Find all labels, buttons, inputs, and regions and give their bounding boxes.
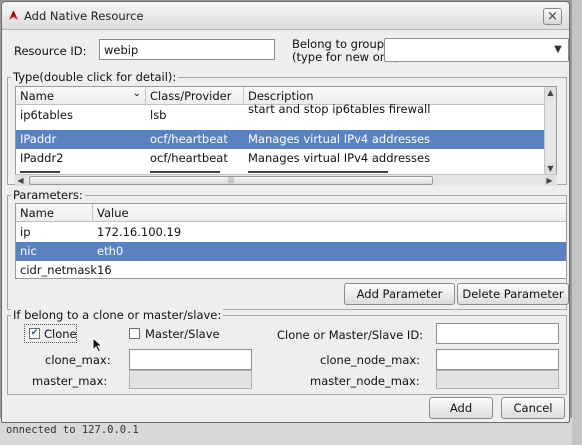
- clone-node-max-label: clone_node_max:: [320, 353, 421, 367]
- background-scrollbar: [572, 0, 582, 445]
- add-button[interactable]: Add: [429, 397, 493, 419]
- resource-id-input[interactable]: [99, 39, 275, 60]
- scroll-right-icon[interactable]: ▶: [544, 175, 555, 186]
- clone-max-label: clone_max:: [45, 353, 111, 367]
- type-row[interactable]: IPaddr2 ocf/heartbeat Manages virtual IP…: [16, 149, 556, 168]
- parameters-group-title: Parameters:: [11, 188, 85, 202]
- sort-chevron-icon: ⌄: [132, 88, 141, 99]
- param-row[interactable]: cidr_netmask 16: [16, 261, 566, 278]
- delete-parameter-button[interactable]: Delete Parameter: [457, 283, 569, 305]
- param-row[interactable]: ip 172.16.100.19: [16, 223, 566, 242]
- chevron-down-icon[interactable]: ▼: [548, 39, 568, 61]
- type-table-hscrollbar[interactable]: ◀ ||| ▶: [15, 174, 557, 186]
- dialog-titlebar: Add Native Resource ×: [2, 2, 569, 30]
- type-row-selected[interactable]: IPaddr ocf/heartbeat Manages virtual IPv…: [16, 130, 556, 149]
- clone-group-title: If belong to a clone or master/slave:: [11, 308, 224, 322]
- type-table[interactable]: Name ⌄ Class/Provider Description ip6tab…: [15, 86, 557, 176]
- close-button[interactable]: ×: [543, 8, 562, 25]
- type-table-vscrollbar[interactable]: ▲ ▼: [544, 87, 556, 175]
- clone-node-max-input[interactable]: [436, 349, 559, 370]
- clone-checkbox[interactable]: ✔: [29, 328, 40, 339]
- clone-ms-id-label: Clone or Master/Slave ID:: [277, 328, 424, 342]
- master-max-label: master_max:: [32, 374, 108, 388]
- master-node-max-label: master_node_max:: [310, 374, 420, 388]
- type-column-header-name[interactable]: Name ⌄: [16, 87, 146, 105]
- master-max-input: [129, 370, 252, 389]
- parameters-table[interactable]: Name Value ip 172.16.100.19 nic eth0 cid…: [15, 203, 567, 279]
- master-slave-checkbox[interactable]: [129, 328, 140, 339]
- master-node-max-input: [436, 370, 559, 389]
- param-column-header-value[interactable]: Value: [93, 204, 566, 222]
- belong-to-group-hint: (type for new one): [292, 50, 399, 64]
- type-row[interactable]: ip6tables lsb start and stop ip6tables f…: [16, 102, 556, 124]
- add-native-resource-dialog: Add Native Resource × Resource ID: Belon…: [1, 1, 570, 423]
- cancel-button[interactable]: Cancel: [501, 397, 565, 419]
- master-slave-label[interactable]: Master/Slave: [145, 327, 220, 341]
- heartbeat-app-icon: [9, 10, 18, 20]
- scroll-left-icon[interactable]: ◀: [15, 175, 26, 186]
- close-icon: ×: [547, 9, 558, 24]
- clone-ms-id-input[interactable]: [436, 323, 559, 344]
- param-row-selected[interactable]: nic eth0: [16, 242, 566, 261]
- dialog-title: Add Native Resource: [24, 9, 144, 23]
- mouse-cursor-icon: [92, 337, 104, 353]
- add-parameter-button[interactable]: Add Parameter: [344, 283, 455, 305]
- terminal-text: onnected to 127.0.0.1: [6, 424, 139, 436]
- clone-max-input[interactable]: [129, 349, 252, 370]
- param-column-header-name[interactable]: Name: [16, 204, 93, 222]
- resource-id-label: Resource ID:: [14, 44, 87, 58]
- type-group-title: Type(double click for detail):: [11, 70, 179, 84]
- clone-label[interactable]: Clone: [44, 327, 77, 341]
- type-column-header-provider[interactable]: Class/Provider: [146, 87, 244, 105]
- hscroll-thumb[interactable]: |||: [29, 176, 433, 185]
- group-combobox[interactable]: ▼: [384, 38, 569, 62]
- checkmark-icon: ✔: [30, 328, 39, 338]
- belong-to-group-label: Belong to group:: [292, 37, 388, 51]
- scroll-up-icon[interactable]: ▲: [545, 87, 556, 99]
